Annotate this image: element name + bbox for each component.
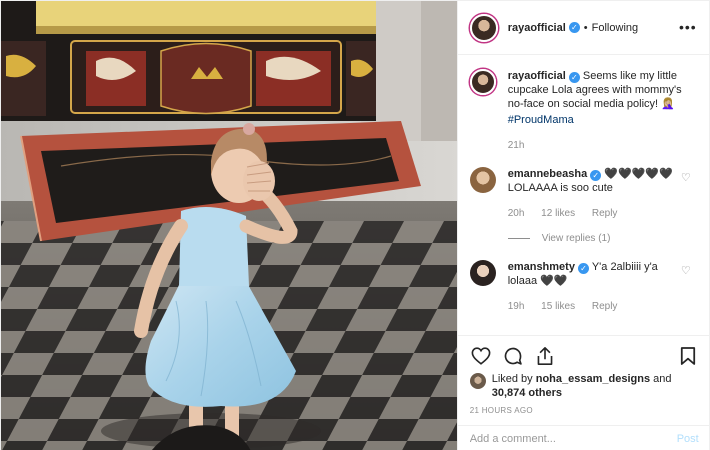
caption-username[interactable]: rayaofficial [508,70,566,82]
comment-meta: 19h 15 likes Reply [508,300,688,314]
separator-dot: • [583,21,588,34]
verified-badge-icon: ✓ [568,72,580,83]
view-replies-line [507,238,530,239]
add-comment-input[interactable] [469,432,677,445]
comment-text-line2: LOLAAAA is soo cute [507,182,613,194]
comment-time[interactable]: 19h [508,301,525,312]
view-replies-button[interactable]: View replies (1) [507,233,699,244]
post-photo[interactable] [1,1,457,450]
comment-avatar[interactable] [469,260,496,286]
caption-avatar[interactable] [469,69,496,95]
post-comment-button[interactable]: Post [677,433,699,445]
comment-time[interactable]: 20h [508,208,525,219]
author-avatar[interactable] [469,13,498,42]
more-icon[interactable]: ••• [679,19,697,35]
likes-prefix: Liked by [491,373,536,385]
liker-avatar[interactable] [469,373,486,389]
photo-illustration [1,1,457,450]
view-replies-label: View replies (1) [541,233,611,244]
add-comment-bar: Post [457,425,710,450]
comment: emanshmety ✓ Y'a 2albiiii y'a lolaaa 🖤🖤 1… [469,260,699,314]
comment-text: 🖤🖤🖤🖤🖤 [604,168,673,180]
likes-and: and [650,373,672,385]
reply-button[interactable]: Reply [592,208,618,219]
post-header: rayaofficial ✓ • Following ••• [457,1,710,55]
verified-badge-icon: ✓ [568,22,580,33]
comment-likes[interactable]: 12 likes [541,208,575,219]
following-button[interactable]: Following [592,22,638,34]
comment-like-heart-icon[interactable]: ♡ [681,264,691,277]
action-icons [470,342,699,370]
likes-summary: Liked by noha_essam_designs and 30,874 o… [469,372,699,400]
share-icon[interactable] [534,345,556,367]
bookmark-icon[interactable] [677,345,699,367]
post-actions: Liked by noha_essam_designs and 30,874 o… [457,335,710,415]
author-username[interactable]: rayaofficial [508,22,566,34]
comment-username[interactable]: emanshmety [508,261,575,273]
likes-user[interactable]: noha_essam_designs [536,373,650,385]
caption-meta: 21h [508,139,688,153]
like-heart-icon[interactable] [470,345,492,367]
verified-badge-icon: ✓ [577,263,589,274]
reply-button[interactable]: Reply [592,301,618,312]
caption: rayaofficial ✓ Seems like my little cupca… [469,69,699,153]
caption-hashtag[interactable]: #ProudMama [508,113,688,127]
comment-like-heart-icon[interactable]: ♡ [681,171,691,184]
comment-meta: 20h 12 likes Reply [508,207,688,221]
comment-username[interactable]: emannebeasha [508,168,587,180]
caption-time[interactable]: 21h [508,140,525,151]
comment-avatar[interactable] [469,167,496,193]
verified-badge-icon: ✓ [590,170,602,181]
likes-count[interactable]: 30,874 others [492,387,562,399]
comment-likes[interactable]: 15 likes [541,301,575,312]
post-side-panel: rayaofficial ✓ • Following ••• rayaoffic… [456,1,710,450]
comment: emannebeasha ✓ 🖤🖤🖤🖤🖤 LOLAAAA is soo cute … [469,167,699,221]
comments-list[interactable]: rayaofficial ✓ Seems like my little cupca… [458,55,710,335]
post-timestamp[interactable]: 21 HOURS AGO [470,406,699,415]
comment-bubble-icon[interactable] [502,345,524,367]
instagram-post: rayaofficial ✓ • Following ••• rayaoffic… [0,0,710,450]
